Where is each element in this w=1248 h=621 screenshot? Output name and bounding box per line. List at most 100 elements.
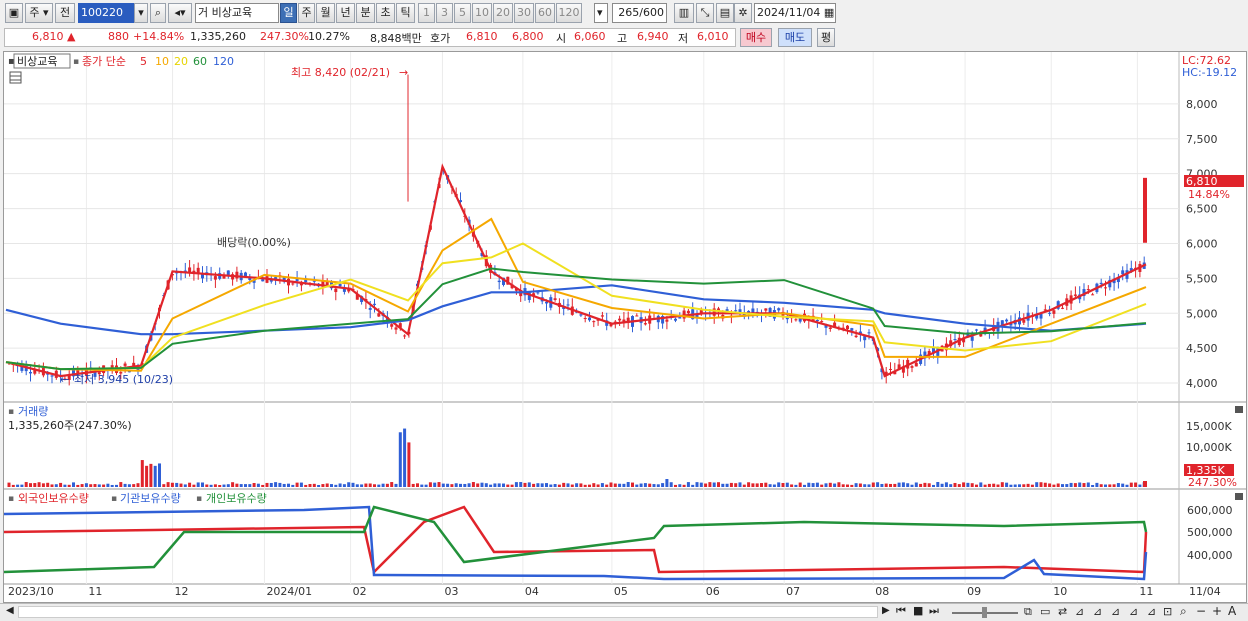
tool-icon-5[interactable]: ⊿ (1147, 605, 1156, 618)
speaker-icon[interactable]: ◂▾ (168, 3, 192, 23)
save-icon[interactable]: ▤ (716, 3, 734, 23)
volume-bar (1129, 482, 1133, 487)
interval-30[interactable]: 30 (514, 3, 534, 23)
scroll-bar[interactable]: ◀ ▶ ⏮ ■ ⏭ ⧉ ▭ ⇄ ⊿ ⊿ ⊿ ⊿ ⊿ ⊡ ⌕ − + A (0, 603, 1248, 621)
volume-bar (979, 482, 983, 487)
sell-button[interactable]: 매도 (778, 28, 812, 47)
volume-bar (106, 483, 110, 487)
volume-bar (682, 484, 686, 487)
volume-bar (1035, 482, 1039, 487)
interval-dropdown-icon[interactable]: ▾ (594, 3, 608, 23)
date-field[interactable]: 2024/11/04 ▦ (754, 3, 836, 23)
period-second[interactable]: 초 (376, 3, 395, 23)
volume-panel-close-icon[interactable] (1235, 406, 1243, 413)
tool-icon-2[interactable]: ⊿ (1093, 605, 1102, 618)
code-dropdown-icon[interactable]: ▾ (134, 3, 148, 23)
interval-20[interactable]: 20 (493, 3, 513, 23)
candle-body (846, 325, 849, 330)
volume-bar (244, 484, 247, 487)
scroll-left-icon[interactable]: ◀ (6, 605, 14, 616)
volume-bar (708, 482, 712, 487)
interval-1[interactable]: 1 (418, 3, 435, 23)
holding-menu-icon[interactable]: ▪ (8, 494, 14, 504)
period-minute[interactable]: 분 (356, 3, 375, 23)
draw-tool-icon[interactable]: ⤡ (696, 3, 714, 23)
candle-body (377, 313, 381, 317)
candle-body (643, 323, 647, 325)
compare-icon[interactable]: ⇄ (1058, 605, 1067, 618)
eval-button[interactable]: 평 (817, 28, 835, 47)
market-select[interactable]: 주 ▾ (25, 3, 53, 23)
gear-icon[interactable]: ✲ (734, 3, 752, 23)
interval-120[interactable]: 120 (556, 3, 582, 23)
up-arrow-icon: ▲ (67, 30, 76, 43)
volume-ratio: 247.30% (260, 30, 309, 43)
candle-body (1005, 319, 1009, 322)
interval-3[interactable]: 3 (436, 3, 453, 23)
code-input[interactable]: 100220 (78, 3, 134, 23)
tool-icon-1[interactable]: ⊿ (1075, 605, 1084, 618)
period-year[interactable]: 년 (336, 3, 355, 23)
chart-type-icon[interactable]: ▭ (1040, 605, 1050, 618)
interval-10[interactable]: 10 (472, 3, 492, 23)
period-tick[interactable]: 틱 (396, 3, 415, 23)
count-field[interactable]: 265/600 (612, 3, 667, 23)
current-price: 6,810 (32, 30, 64, 43)
next-page-icon[interactable]: ⏭ (929, 604, 939, 618)
volume-bar (609, 482, 613, 487)
interval-5[interactable]: 5 (454, 3, 471, 23)
tool-icon-6[interactable]: ⊡ (1163, 605, 1172, 618)
ma-menu-icon[interactable]: ▪ (73, 57, 79, 67)
volume-bar (919, 483, 923, 487)
volume-bar (1082, 483, 1086, 487)
volume-bar (850, 484, 854, 487)
volume-bar (863, 484, 867, 487)
font-size-icon[interactable]: A (1228, 604, 1236, 618)
volume-menu-icon[interactable]: ▪ (8, 407, 14, 417)
volume-bar (76, 484, 80, 487)
count-value: 265 (618, 6, 640, 19)
copy-icon[interactable]: ⧉ (1024, 605, 1032, 619)
scroll-right-icon[interactable]: ▶ (882, 605, 890, 616)
window-menu-icon[interactable]: ▣ (5, 3, 23, 23)
volume-bar (261, 484, 265, 487)
zoom-slider-handle[interactable] (982, 607, 987, 618)
volume-bar (304, 484, 308, 487)
zoom-in-icon[interactable]: + (1212, 604, 1222, 618)
chart-window: ▣ 주 ▾ 전 100220 ▾ ⌕ ◂▾ 거 비상교육 일 주 월 년 분 초… (0, 0, 1248, 621)
volume-bar (811, 483, 815, 487)
volume-bar (377, 484, 381, 487)
stock-name-field[interactable]: 거 비상교육 (195, 3, 279, 23)
buy-button[interactable]: 매수 (740, 28, 772, 47)
calendar-icon[interactable]: ▦ (824, 6, 834, 19)
tool-icon-3[interactable]: ⊿ (1111, 605, 1120, 618)
volume-bar (953, 482, 957, 487)
search-icon[interactable]: ⌕ (150, 3, 166, 23)
volume-bar (411, 483, 415, 487)
volume-bar (192, 484, 196, 487)
period-day[interactable]: 일 (280, 3, 297, 23)
chart-canvas[interactable]: ▪ 비상교육 ▪ 종가 단순 5 10 20 60 120 LC:72.62 H… (3, 52, 1246, 602)
chart-area[interactable]: ▪ 비상교육 ▪ 종가 단순 5 10 20 60 120 LC:72.62 H… (3, 51, 1247, 603)
table-view-icon[interactable] (9, 71, 22, 84)
holding-panel-close-icon[interactable] (1235, 493, 1243, 500)
interval-60[interactable]: 60 (535, 3, 555, 23)
zoom-search-icon[interactable]: ⌕ (1180, 604, 1187, 619)
volume-bar (987, 483, 991, 487)
first-page-icon[interactable]: ⏮ (896, 604, 906, 618)
candle-type-icon[interactable]: ▥ (674, 3, 694, 23)
volume-badge-pct: 247.30% (1188, 476, 1237, 489)
period-week[interactable]: 주 (298, 3, 315, 23)
volume-bar (183, 484, 187, 487)
tool-icon-4[interactable]: ⊿ (1129, 605, 1138, 618)
volume-bar (158, 463, 161, 487)
x-tick-label: 2024/01 (266, 585, 312, 598)
period-month[interactable]: 월 (316, 3, 335, 23)
prev-button[interactable]: 전 (55, 3, 75, 23)
candle-body (536, 292, 540, 294)
zoom-out-icon[interactable]: − (1196, 604, 1206, 618)
candle-body (1121, 270, 1125, 275)
stop-icon[interactable]: ■ (913, 604, 923, 617)
volume-bar (274, 482, 278, 487)
scroll-track[interactable] (18, 606, 878, 618)
